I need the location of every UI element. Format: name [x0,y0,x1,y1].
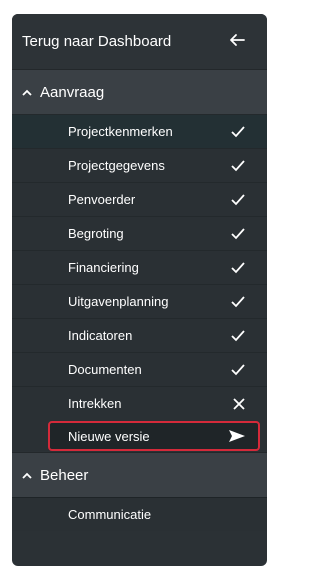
nav-item-indicatoren[interactable]: Indicatoren [12,318,267,352]
section-header-aanvraag[interactable]: Aanvraag [12,69,267,114]
nav-item-projectgegevens[interactable]: Projectgegevens [12,148,267,182]
aanvraag-items: Projectkenmerken Projectgegevens Penvoer… [12,114,267,451]
nav-item-label: Nieuwe versie [68,428,150,444]
sidebar: Terug naar Dashboard Aanvraag Projectken… [12,14,267,566]
checkmark-icon [231,329,245,342]
nav-item-label: Intrekken [68,396,122,411]
section-label-aanvraag: Aanvraag [40,83,105,101]
nav-item-penvoerder[interactable]: Penvoerder [12,182,267,216]
nav-item-documenten[interactable]: Documenten [12,352,267,386]
nav-item-begroting[interactable]: Begroting [12,216,267,250]
close-icon [233,397,245,410]
section-header-beheer[interactable]: Beheer [12,452,267,497]
nav-item-uitgavenplanning[interactable]: Uitgavenplanning [12,284,267,318]
back-to-dashboard-link[interactable]: Terug naar Dashboard [12,14,267,69]
checkmark-icon [231,125,245,138]
nav-item-label: Uitgavenplanning [68,294,169,309]
nav-item-label: Documenten [68,362,142,377]
arrow-left-icon [229,32,245,52]
back-to-dashboard-label: Terug naar Dashboard [22,33,172,50]
checkmark-icon [231,193,245,206]
checkmark-icon [231,227,245,240]
nav-item-label: Projectkenmerken [68,124,173,139]
nav-item-label: Projectgegevens [68,158,165,173]
nav-item-projectkenmerken[interactable]: Projectkenmerken [12,114,267,148]
chevron-up-icon [22,467,36,484]
send-icon [228,429,246,443]
nav-item-financiering[interactable]: Financiering [12,250,267,284]
chevron-up-icon [22,84,36,101]
section-label-beheer: Beheer [40,466,89,484]
nav-item-intrekken[interactable]: Intrekken [12,386,267,420]
nav-item-label: Begroting [68,226,124,241]
checkmark-icon [231,363,245,376]
checkmark-icon [231,261,245,274]
beheer-items: Communicatie [12,497,267,531]
nav-item-label: Financiering [68,260,139,275]
nav-item-label: Penvoerder [68,192,136,207]
nav-item-label: Communicatie [68,507,152,522]
nav-item-label: Indicatoren [68,328,133,343]
nav-item-nieuwe-versie[interactable]: Nieuwe versie [48,421,260,451]
nav-item-communicatie[interactable]: Communicatie [12,497,267,531]
checkmark-icon [231,159,245,172]
checkmark-icon [231,295,245,308]
